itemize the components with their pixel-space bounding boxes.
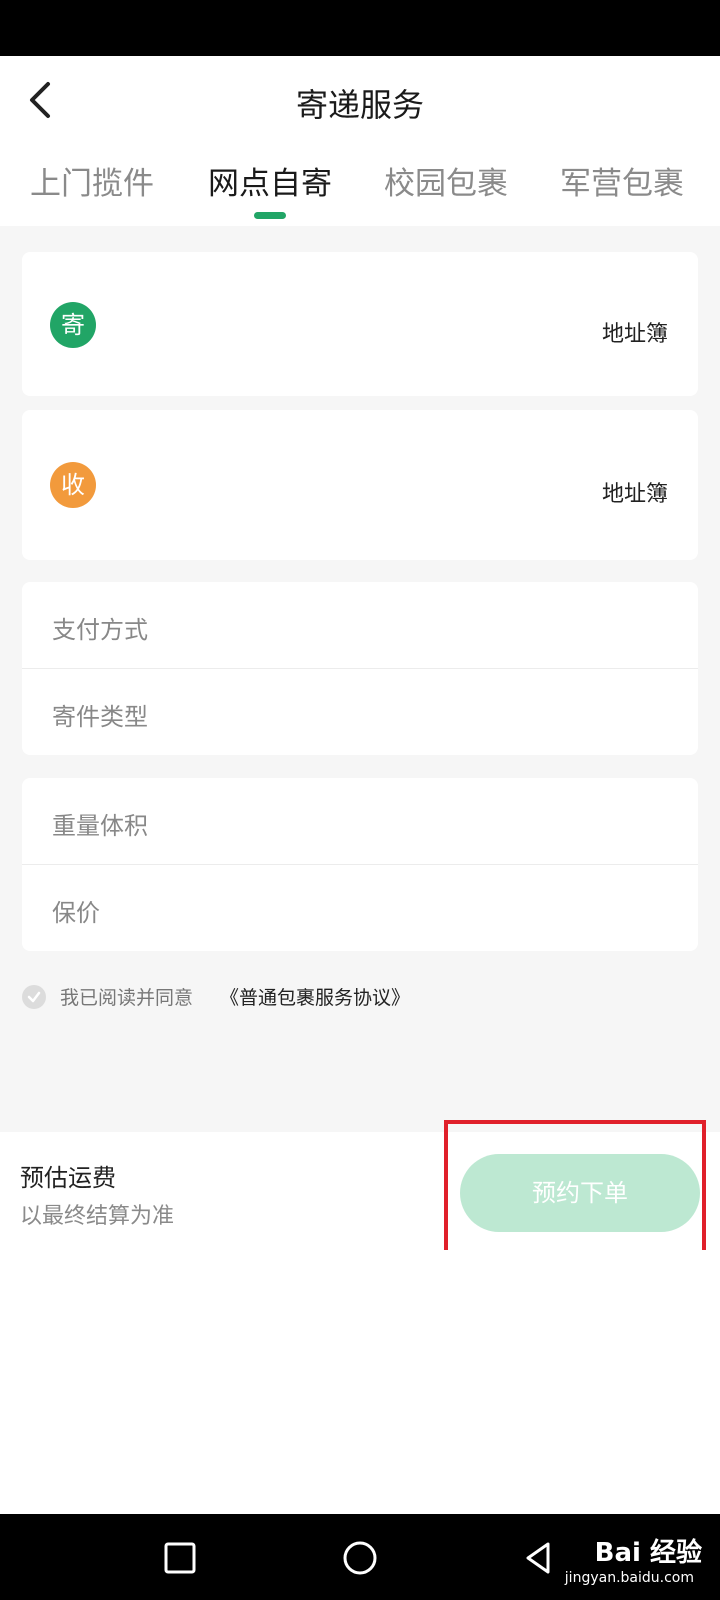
insured-value-row[interactable]: 保价: [22, 865, 698, 951]
weight-volume-row[interactable]: 重量体积: [22, 778, 698, 864]
nav-back-button[interactable]: [518, 1536, 562, 1580]
payment-method-label: 支付方式: [52, 616, 148, 644]
estimated-fee-note: 以最终结算为准: [20, 1204, 175, 1229]
agreement-link[interactable]: 《普通包裹服务协议》: [220, 983, 410, 1010]
system-navigation-bar: Bai 经验 jingyan.baidu.com: [0, 1514, 720, 1600]
tab-barracks-parcel[interactable]: 军营包裹: [560, 158, 684, 203]
payment-method-row[interactable]: 支付方式: [22, 582, 698, 668]
insured-value-label: 保价: [52, 899, 100, 927]
nav-recent-icon: [164, 1542, 196, 1574]
weight-volume-label: 重量体积: [52, 812, 148, 840]
check-circle-icon[interactable]: [22, 985, 46, 1009]
blank-area: [0, 1250, 720, 1514]
baidu-jingyan-watermark: Bai 经验: [594, 1538, 702, 1568]
sender-badge: 寄: [50, 302, 96, 348]
highlight-annotation-box: [444, 1120, 706, 1264]
estimated-fee-title: 预估运费: [20, 1164, 116, 1192]
receiver-address-card[interactable]: 收 地址簿: [22, 410, 698, 560]
tab-campus-parcel[interactable]: 校园包裹: [384, 158, 508, 203]
active-tab-indicator: [254, 212, 286, 219]
sender-address-card[interactable]: 寄 地址簿: [22, 252, 698, 396]
page-title: 寄递服务: [295, 86, 424, 124]
receiver-address-book-link[interactable]: 地址簿: [602, 476, 668, 508]
nav-back-icon: [526, 1542, 550, 1574]
parcel-type-label: 寄件类型: [52, 703, 148, 731]
tab-bar: 上门揽件 网点自寄 校园包裹 军营包裹: [0, 158, 720, 226]
watermark-site: jingyan.baidu.com: [564, 1570, 694, 1586]
receiver-badge: 收: [50, 462, 96, 508]
nav-home-button[interactable]: [338, 1536, 382, 1580]
status-bar: [0, 0, 720, 56]
parcel-type-row[interactable]: 寄件类型: [22, 669, 698, 755]
header: 寄递服务 上门揽件 网点自寄 校园包裹 军营包裹: [0, 56, 720, 226]
nav-recent-button[interactable]: [158, 1536, 202, 1580]
tab-outlet-self-send[interactable]: 网点自寄: [208, 158, 332, 203]
sender-address-book-link[interactable]: 地址簿: [602, 316, 668, 348]
tab-door-pickup[interactable]: 上门揽件: [30, 158, 154, 203]
agreement-text: 我已阅读并同意: [60, 987, 194, 1009]
nav-home-icon: [343, 1541, 377, 1575]
